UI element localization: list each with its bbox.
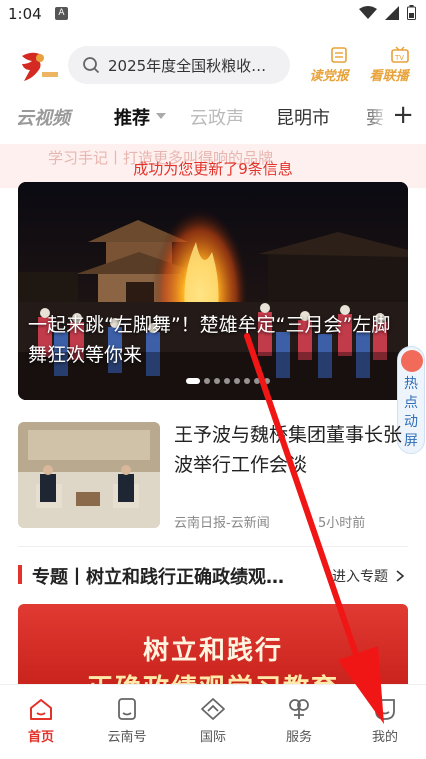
- topic-title: 专题丨树立和践行正确政绩观…: [32, 567, 284, 588]
- news-thumbnail: [18, 422, 160, 528]
- nav-home-label: 首页: [27, 730, 54, 745]
- yunnan-news-logo[interactable]: [16, 48, 60, 84]
- nav-international[interactable]: 国际: [178, 697, 248, 745]
- carousel-dot[interactable]: [186, 378, 200, 384]
- news-time: 5小时前: [318, 516, 366, 531]
- feature-carousel[interactable]: 一起来跳“左脚舞”！楚雄牟定“三月会”左脚舞狂欢等你来: [18, 182, 408, 400]
- tv-badge: TV: [394, 54, 404, 62]
- wifi-icon: [359, 5, 377, 19]
- nav-profile-label: 我的: [371, 730, 398, 745]
- yunnan-account-icon: [118, 698, 136, 720]
- read-party-paper-button[interactable]: 读党报: [306, 46, 352, 86]
- carousel-dot[interactable]: [244, 378, 250, 384]
- enter-topic-link[interactable]: 进入专题: [332, 566, 405, 586]
- status-bar: 1:04 A: [0, 0, 426, 30]
- bottom-navigation: 首页 云南号 国际 服务 我的: [0, 684, 426, 759]
- channel-tabs: 云视频 推荐 云政声 昆明市 要 +: [0, 98, 426, 138]
- add-channel-button[interactable]: +: [392, 100, 414, 130]
- search-bar[interactable]: 2025年度全国秋粮收…: [68, 46, 290, 84]
- topic-accent-bar: [18, 565, 22, 584]
- carousel-dot[interactable]: [224, 378, 230, 384]
- read-party-paper-label: 读党报: [309, 69, 349, 84]
- tab-yun-video[interactable]: 云视频: [16, 104, 70, 130]
- nav-profile[interactable]: 我的: [350, 697, 420, 745]
- nav-home[interactable]: 首页: [6, 697, 76, 745]
- signal-icon: [385, 5, 399, 20]
- tab-recommend[interactable]: 推荐: [114, 104, 150, 130]
- carousel-dot[interactable]: [204, 378, 210, 384]
- battery-icon: [407, 5, 416, 20]
- feature-headline[interactable]: 一起来跳“左脚舞”！楚雄牟定“三月会”左脚舞狂欢等你来: [28, 310, 398, 370]
- profile-icon: [375, 699, 395, 720]
- nav-international-label: 国际: [199, 730, 226, 745]
- tabs-fade: [360, 98, 390, 138]
- nav-yunnan-account[interactable]: 云南号: [92, 697, 162, 745]
- section-divider: [18, 546, 408, 547]
- tab-yun-politics[interactable]: 云政声: [190, 104, 244, 130]
- international-icon: [201, 698, 225, 720]
- carousel-dot[interactable]: [254, 378, 260, 384]
- news-headline[interactable]: 王予波与魏桥集团董事长张波举行工作会谈: [174, 420, 406, 480]
- search-icon: [83, 57, 100, 74]
- watch-news-broadcast-button[interactable]: TV 看联播: [366, 46, 412, 86]
- search-placeholder: 2025年度全国秋粮收…: [108, 56, 267, 75]
- carousel-dot[interactable]: [214, 378, 220, 384]
- notification-icon: A: [55, 7, 68, 20]
- carousel-indicators: [186, 378, 270, 384]
- app-header: 2025年度全国秋粮收… 读党报 TV 看联播: [0, 38, 426, 94]
- carousel-dot[interactable]: [234, 378, 240, 384]
- chevron-down-icon[interactable]: [156, 113, 166, 120]
- nav-yunnan-account-label: 云南号: [107, 730, 147, 745]
- watch-news-broadcast-label: 看联播: [369, 69, 409, 84]
- banner-line-1: 树立和践行: [142, 636, 283, 666]
- news-list-item[interactable]: 王予波与魏桥集团董事长张波举行工作会谈 云南日报-云新闻 5小时前: [18, 420, 408, 531]
- tab-kunming[interactable]: 昆明市: [276, 104, 330, 130]
- news-source: 云南日报-云新闻: [174, 516, 270, 531]
- service-icon: [289, 699, 309, 719]
- nav-service[interactable]: 服务: [264, 697, 334, 745]
- carousel-dot[interactable]: [264, 378, 270, 384]
- nav-service-label: 服务: [285, 730, 312, 745]
- enter-topic-label: 进入专题: [332, 569, 388, 585]
- home-icon: [30, 699, 52, 720]
- chevron-right-icon: [396, 570, 405, 582]
- status-time: 1:04: [8, 5, 42, 23]
- flame-icon: [401, 350, 423, 372]
- refresh-message: 成功为您更新了9条信息: [133, 160, 293, 178]
